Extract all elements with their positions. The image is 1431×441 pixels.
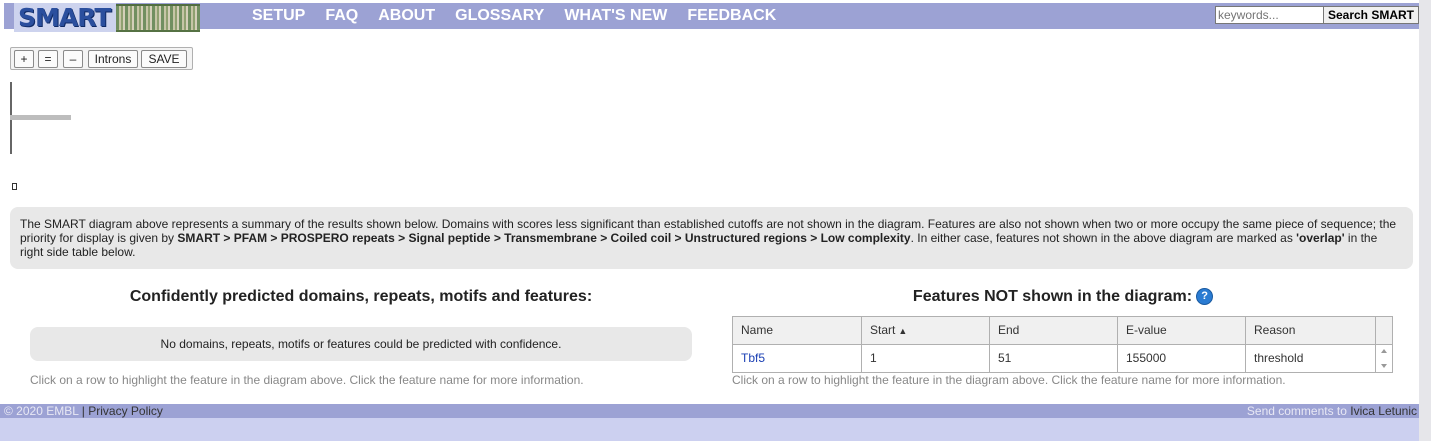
cell-evalue: 155000 bbox=[1118, 345, 1246, 372]
cell-reason: threshold bbox=[1246, 345, 1376, 372]
footer-right: Send comments to Ivica Letunic bbox=[1246, 404, 1417, 418]
cell-end: 51 bbox=[990, 345, 1118, 372]
column-name[interactable]: Name bbox=[733, 317, 862, 344]
nav-about[interactable]: ABOUT bbox=[378, 6, 435, 26]
table-row[interactable]: Tbf5 1 51 155000 threshold bbox=[733, 345, 1392, 372]
not-shown-features-title: Features NOT shown in the diagram:? bbox=[732, 288, 1394, 306]
nav-glossary[interactable]: GLOSSARY bbox=[455, 6, 544, 26]
privacy-policy-link[interactable]: Privacy Policy bbox=[88, 404, 163, 418]
reset-zoom-button[interactable]: = bbox=[38, 50, 58, 68]
column-start[interactable]: Start ▲ bbox=[862, 317, 990, 344]
protein-sequence-line[interactable] bbox=[10, 115, 71, 120]
search-button[interactable]: Search SMART bbox=[1323, 6, 1419, 24]
sort-ascending-icon: ▲ bbox=[898, 326, 908, 336]
top-navigation-bar: SMART SETUP FAQ ABOUT GLOSSARY WHAT'S NE… bbox=[4, 3, 1419, 32]
zoom-out-button[interactable]: – bbox=[63, 50, 83, 68]
nav-setup[interactable]: SETUP bbox=[252, 6, 305, 26]
diagram-info-panel: The SMART diagram above represents a sum… bbox=[10, 207, 1413, 269]
column-evalue[interactable]: E-value bbox=[1118, 317, 1246, 344]
diagram-info-text: The SMART diagram above represents a sum… bbox=[20, 217, 1397, 259]
confident-features-empty: No domains, repeats, motifs or features … bbox=[30, 327, 692, 361]
table-scrollbar[interactable] bbox=[1376, 345, 1392, 372]
nav-feedback[interactable]: FEEDBACK bbox=[687, 6, 776, 26]
introns-button[interactable]: Introns bbox=[88, 50, 138, 68]
column-reason[interactable]: Reason bbox=[1246, 317, 1376, 344]
main-nav: SETUP FAQ ABOUT GLOSSARY WHAT'S NEW FEED… bbox=[252, 6, 796, 26]
search-input[interactable] bbox=[1215, 6, 1325, 24]
header-scroll-spacer bbox=[1376, 317, 1392, 344]
copyright: © 2020 EMBL bbox=[4, 404, 79, 418]
diagram-marker bbox=[12, 183, 17, 190]
contact-link[interactable]: Ivica Letunic bbox=[1350, 404, 1417, 418]
save-button[interactable]: SAVE bbox=[141, 50, 187, 68]
confident-features-note: Click on a row to highlight the feature … bbox=[30, 373, 584, 387]
logo-text: SMART bbox=[14, 3, 117, 32]
scroll-arrows-icon bbox=[1381, 349, 1387, 368]
nav-faq[interactable]: FAQ bbox=[325, 6, 358, 26]
cell-start: 1 bbox=[862, 345, 990, 372]
bottom-band bbox=[0, 418, 1419, 441]
column-end[interactable]: End bbox=[990, 317, 1118, 344]
not-shown-features-table: Name Start ▲ End E-value Reason Tbf5 1 51… bbox=[732, 316, 1393, 373]
not-shown-features-note: Click on a row to highlight the feature … bbox=[732, 373, 1286, 387]
diagram-toolbar: + = – Introns SAVE bbox=[10, 47, 193, 70]
table-header: Name Start ▲ End E-value Reason bbox=[733, 317, 1392, 345]
help-icon[interactable]: ? bbox=[1196, 288, 1214, 306]
smart-logo[interactable]: SMART bbox=[14, 3, 230, 32]
feature-link[interactable]: Tbf5 bbox=[741, 351, 765, 365]
window-edge bbox=[1419, 0, 1431, 441]
footer: © 2020 EMBL | Privacy Policy Send commen… bbox=[0, 404, 1419, 418]
nav-whats-new[interactable]: WHAT'S NEW bbox=[564, 6, 667, 26]
cell-name: Tbf5 bbox=[733, 345, 862, 372]
footer-left: © 2020 EMBL | Privacy Policy bbox=[4, 404, 163, 418]
confident-features-title: Confidently predicted domains, repeats, … bbox=[129, 288, 593, 305]
zoom-in-button[interactable]: + bbox=[14, 50, 34, 68]
logo-pattern bbox=[116, 3, 201, 32]
